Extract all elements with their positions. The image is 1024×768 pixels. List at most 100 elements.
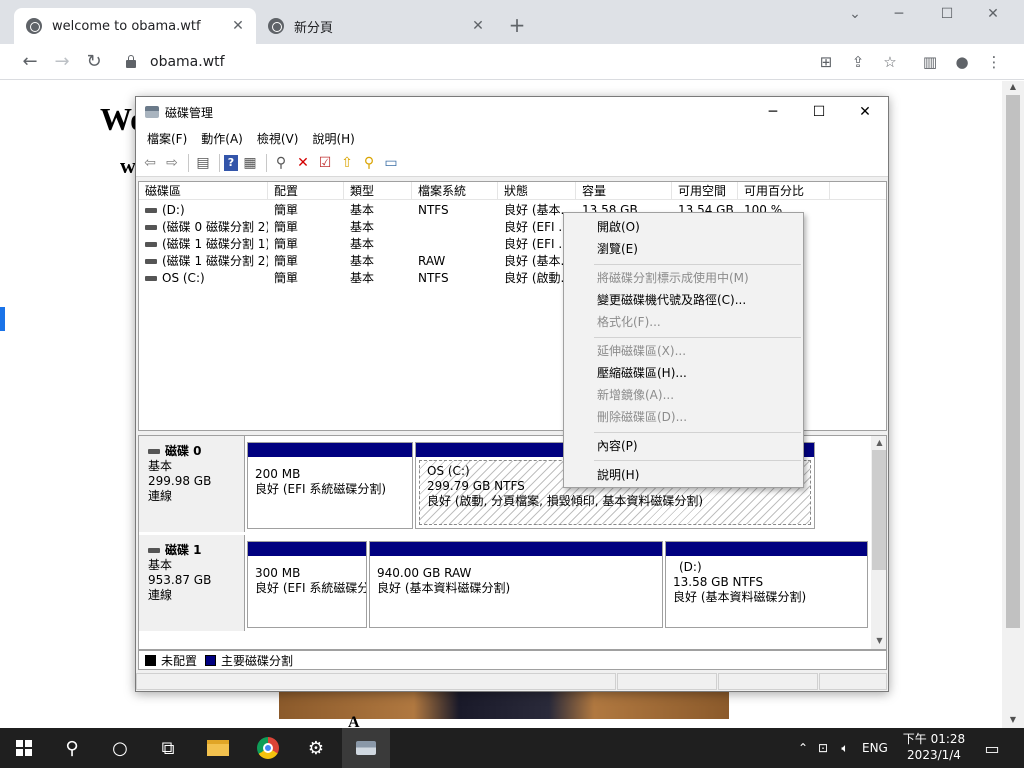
- profile-icon[interactable]: ●: [952, 52, 972, 72]
- search-icon[interactable]: ⚲: [359, 153, 379, 173]
- side-panel-icon[interactable]: ▥: [920, 52, 940, 72]
- start-button[interactable]: [0, 728, 48, 768]
- disk-1-label[interactable]: 磁碟 1 基本 953.87 GB 連線: [139, 535, 245, 631]
- legend-swatch: [145, 654, 156, 666]
- search-icon[interactable]: ⚲: [48, 728, 96, 768]
- tab-welcome[interactable]: welcome to obama.wtf ✕: [14, 8, 256, 44]
- menu-item-help[interactable]: 說明(H): [597, 465, 639, 485]
- maximize-button[interactable]: ☐: [936, 6, 958, 22]
- close-icon[interactable]: ✕: [230, 18, 246, 34]
- partition-disk0-efi[interactable]: 200 MB 良好 (EFI 系統磁碟分割): [247, 442, 413, 529]
- cell-type: 基本: [350, 237, 375, 251]
- column-header-filesystem[interactable]: 檔案系統: [412, 182, 498, 200]
- disk-management-taskbar-icon[interactable]: [342, 728, 390, 768]
- chevron-up-icon[interactable]: ⌃: [794, 741, 812, 755]
- scroll-thumb[interactable]: [872, 450, 886, 570]
- menu-item-open[interactable]: 開啟(O): [597, 217, 640, 237]
- partition-disk1-raw[interactable]: 940.00 GB RAW 良好 (基本資料磁碟分割): [369, 541, 663, 628]
- cell-layout: 簡單: [274, 220, 299, 234]
- chrome-icon[interactable]: [244, 728, 292, 768]
- scroll-down-arrow[interactable]: ▼: [871, 634, 886, 648]
- minimize-button[interactable]: ─: [888, 6, 910, 22]
- close-icon[interactable]: ✕: [470, 18, 486, 34]
- lock-icon[interactable]: [126, 55, 136, 68]
- menu-help[interactable]: 說明(H): [305, 130, 361, 147]
- forward-arrow-icon[interactable]: ⇨: [162, 153, 182, 173]
- cortana-icon[interactable]: ○: [96, 728, 144, 768]
- menu-separator: [594, 460, 801, 461]
- partition-status: 良好 (EFI 系統磁碟分割): [255, 482, 387, 496]
- translate-icon[interactable]: ⊞: [816, 52, 836, 72]
- menu-item-properties[interactable]: 內容(P): [597, 436, 638, 456]
- address-bar[interactable]: obama.wtf: [116, 48, 916, 76]
- column-header-percent-free[interactable]: 可用百分比: [738, 182, 830, 200]
- menu-file[interactable]: 檔案(F): [140, 130, 194, 147]
- column-header-layout[interactable]: 配置: [268, 182, 344, 200]
- partition-disk1-d[interactable]: (D:) 13.58 GB NTFS 良好 (基本資料磁碟分割): [665, 541, 868, 628]
- reload-button[interactable]: ↻: [82, 50, 106, 74]
- console-tree-icon[interactable]: ▤: [193, 153, 213, 173]
- delete-icon[interactable]: ✕: [293, 153, 313, 173]
- new-tab-button[interactable]: +: [506, 14, 528, 36]
- disk-status: 連線: [148, 588, 173, 602]
- menu-icon[interactable]: ⋮: [984, 52, 1004, 72]
- scroll-up-arrow[interactable]: ▲: [1002, 81, 1024, 93]
- window-title-bar[interactable]: 磁碟管理 ─ ☐ ✕: [136, 97, 888, 127]
- cell-volume: (磁碟 1 磁碟分割 1): [139, 236, 268, 253]
- partition-status: 良好 (基本資料磁碟分割): [377, 581, 511, 595]
- menu-item-change-drive-letter[interactable]: 變更磁碟機代號及路徑(C)...: [597, 290, 746, 310]
- network-icon[interactable]: ⊡: [812, 741, 834, 755]
- notification-icon[interactable]: ▭: [970, 728, 1014, 768]
- settings-gear-icon[interactable]: ⚙: [292, 728, 340, 768]
- check-icon[interactable]: ☑: [315, 153, 335, 173]
- list-view-icon[interactable]: ▭: [381, 153, 401, 173]
- back-button[interactable]: ←: [18, 50, 42, 74]
- scroll-thumb[interactable]: [1006, 95, 1020, 628]
- clock[interactable]: 下午 01:28 2023/1/4: [898, 731, 970, 763]
- connect-icon[interactable]: ⚲: [271, 153, 291, 173]
- column-header-volume[interactable]: 磁碟區: [139, 182, 268, 200]
- cell-filesystem: RAW: [418, 254, 446, 268]
- menu-item-explore[interactable]: 瀏覽(E): [597, 239, 638, 259]
- disk-map-scrollbar[interactable]: ▲ ▼: [871, 436, 886, 649]
- file-explorer-icon[interactable]: [194, 728, 242, 768]
- language-indicator[interactable]: ENG: [862, 741, 888, 755]
- page-subheading: w: [120, 153, 136, 178]
- toolbar-separator: [188, 153, 189, 172]
- disk-0-label[interactable]: 磁碟 0 基本 299.98 GB 連線: [139, 436, 245, 532]
- minimize-button[interactable]: ─: [758, 102, 788, 122]
- back-arrow-icon[interactable]: ⇦: [140, 153, 160, 173]
- help-icon[interactable]: ?: [224, 154, 238, 171]
- star-icon[interactable]: ☆: [880, 52, 900, 72]
- scroll-down-arrow[interactable]: ▼: [1002, 714, 1024, 726]
- page-scrollbar[interactable]: ▲ ▼: [1002, 81, 1024, 728]
- column-header-status[interactable]: 狀態: [498, 182, 576, 200]
- close-window-button[interactable]: ✕: [982, 6, 1004, 22]
- volume-icon[interactable]: 🔈︎: [834, 741, 856, 756]
- task-view-icon[interactable]: ⧉: [144, 728, 192, 768]
- column-header-capacity[interactable]: 容量: [576, 182, 672, 200]
- cell-filesystem: [412, 236, 498, 253]
- menu-view[interactable]: 檢視(V): [250, 130, 306, 147]
- column-header-type[interactable]: 類型: [344, 182, 412, 200]
- close-window-button[interactable]: ✕: [850, 102, 880, 122]
- maximize-button[interactable]: ☐: [804, 102, 834, 122]
- volume-icon: [145, 259, 157, 264]
- menu-item-delete-volume: 刪除磁碟區(D)...: [597, 410, 688, 424]
- column-header-free-space[interactable]: 可用空間: [672, 182, 738, 200]
- scroll-up-arrow[interactable]: ▲: [871, 436, 886, 450]
- menu-item-shrink-volume[interactable]: 壓縮磁碟區(H)...: [597, 363, 687, 383]
- menu-separator: [594, 432, 801, 433]
- cell-type: 基本: [350, 271, 375, 285]
- menu-action[interactable]: 動作(A): [194, 130, 250, 147]
- menu-item-extend-volume: 延伸磁碟區(X)...: [597, 344, 687, 358]
- forward-button[interactable]: →: [50, 50, 74, 74]
- import-icon[interactable]: ⇧: [337, 153, 357, 173]
- disk-name: 磁碟 1: [165, 543, 202, 557]
- share-icon[interactable]: ⇪: [848, 52, 868, 72]
- tab-new-tab[interactable]: 新分頁 ✕: [256, 8, 496, 44]
- partition-status: 良好 (EFI 系統磁碟分: [255, 581, 366, 595]
- tab-search-icon[interactable]: ⌄: [844, 6, 866, 22]
- partition-disk1-efi[interactable]: 300 MB 良好 (EFI 系統磁碟分: [247, 541, 367, 628]
- properties-icon[interactable]: ▦: [240, 153, 260, 173]
